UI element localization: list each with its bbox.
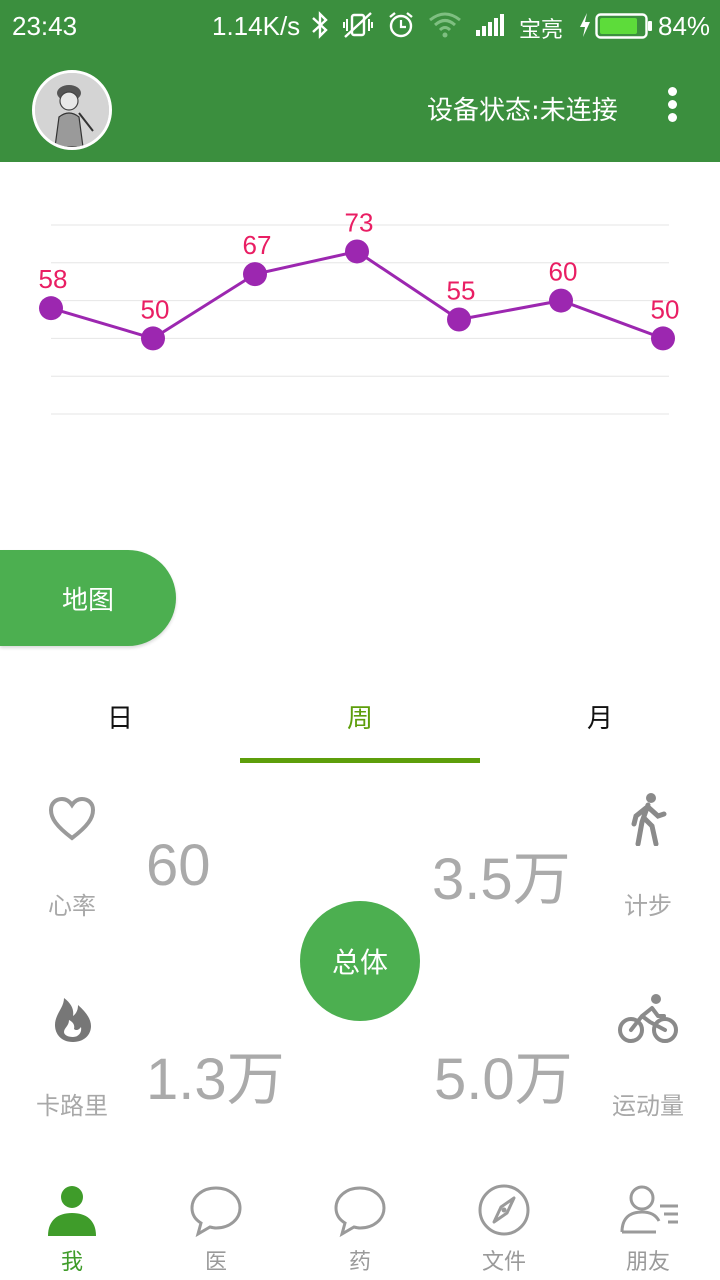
signal-icon (474, 10, 508, 45)
steps-value: 3.5万 (432, 847, 571, 912)
nav-files[interactable]: 文件 (432, 1170, 576, 1280)
nav-label-doctor: 医 (204, 1250, 227, 1275)
map-button[interactable]: 地图 (0, 550, 176, 646)
status-carrier: 宝亮 (519, 18, 564, 43)
status-battery-percent: 84% (658, 11, 711, 41)
nav-doctor[interactable]: 医 (144, 1170, 288, 1280)
battery-icon (595, 13, 653, 44)
tab-month[interactable]: 月 (480, 672, 720, 760)
nav-label-friends: 朋友 (625, 1250, 670, 1275)
heart-icon (48, 796, 96, 846)
status-bar: 23:43 1.14K/s 宝亮 84% (0, 0, 720, 52)
calories-value: 1.3万 (146, 1047, 285, 1112)
chart-data-label-5: 60 (549, 257, 578, 287)
nav-friends[interactable]: 朋友 (576, 1170, 720, 1280)
contacts-icon (620, 1185, 678, 1234)
chart-data-label-4: 55 (447, 276, 476, 306)
tab-day[interactable]: 日 (0, 672, 240, 760)
more-vert-icon[interactable] (658, 84, 686, 128)
chart-point-5 (549, 288, 573, 313)
app-bar: 设备状态:未连接 (0, 52, 720, 162)
chart-data-label-6: 50 (651, 294, 680, 324)
avatar[interactable] (32, 70, 112, 150)
steps-label: 计步 (624, 892, 672, 920)
chart-point-6 (651, 326, 675, 351)
cycling-icon (618, 992, 678, 1048)
chart-data-label-1: 50 (141, 294, 170, 324)
calories-label: 卡路里 (36, 1092, 108, 1120)
nav-medicine[interactable]: 药 (288, 1170, 432, 1280)
charging-icon (578, 10, 592, 45)
bottom-nav: 我 医 药 文件 朋友 (0, 1170, 720, 1280)
chart-point-4 (447, 307, 471, 332)
status-time: 23:43 (12, 11, 78, 41)
chart-data-label-3: 73 (345, 207, 374, 237)
nav-me[interactable]: 我 (0, 1170, 144, 1280)
heart-rate-line-chart: 58 50 67 73 55 60 50 (39, 207, 680, 415)
chart-point-1 (141, 326, 165, 351)
alarm-icon (386, 10, 416, 45)
chart-point-0 (39, 296, 63, 321)
status-net-speed: 1.14K/s (212, 11, 301, 41)
chart-data-label-2: 67 (243, 230, 272, 260)
chart-point-2 (243, 262, 267, 287)
wifi-icon (428, 10, 462, 45)
nav-label-medicine: 药 (348, 1250, 371, 1275)
tab-week[interactable]: 周 (240, 672, 480, 760)
heart-rate-value: 60 (146, 833, 211, 898)
bluetooth-icon (309, 10, 331, 45)
person-icon (48, 1186, 96, 1236)
exercise-label: 运动量 (612, 1092, 684, 1120)
chart-data-label-0: 58 (39, 264, 68, 294)
chart-point-3 (345, 239, 369, 264)
walking-icon (628, 792, 668, 850)
device-status-text: 设备状态:未连接 (427, 96, 618, 126)
exercise-value: 5.0万 (434, 1047, 573, 1112)
compass-icon (478, 1184, 530, 1236)
mute-vibrate-icon (341, 10, 375, 45)
heart-rate-label: 心率 (48, 892, 96, 920)
flame-icon (52, 994, 94, 1048)
period-tabs: 日 周 月 (0, 672, 720, 764)
chat-bubble-icon (190, 1186, 242, 1238)
total-button[interactable]: 总体 (300, 901, 420, 1021)
chat-bubble-icon (334, 1186, 386, 1238)
nav-label-files: 文件 (481, 1250, 526, 1275)
tab-indicator (240, 758, 480, 763)
nav-label-me: 我 (60, 1250, 83, 1275)
